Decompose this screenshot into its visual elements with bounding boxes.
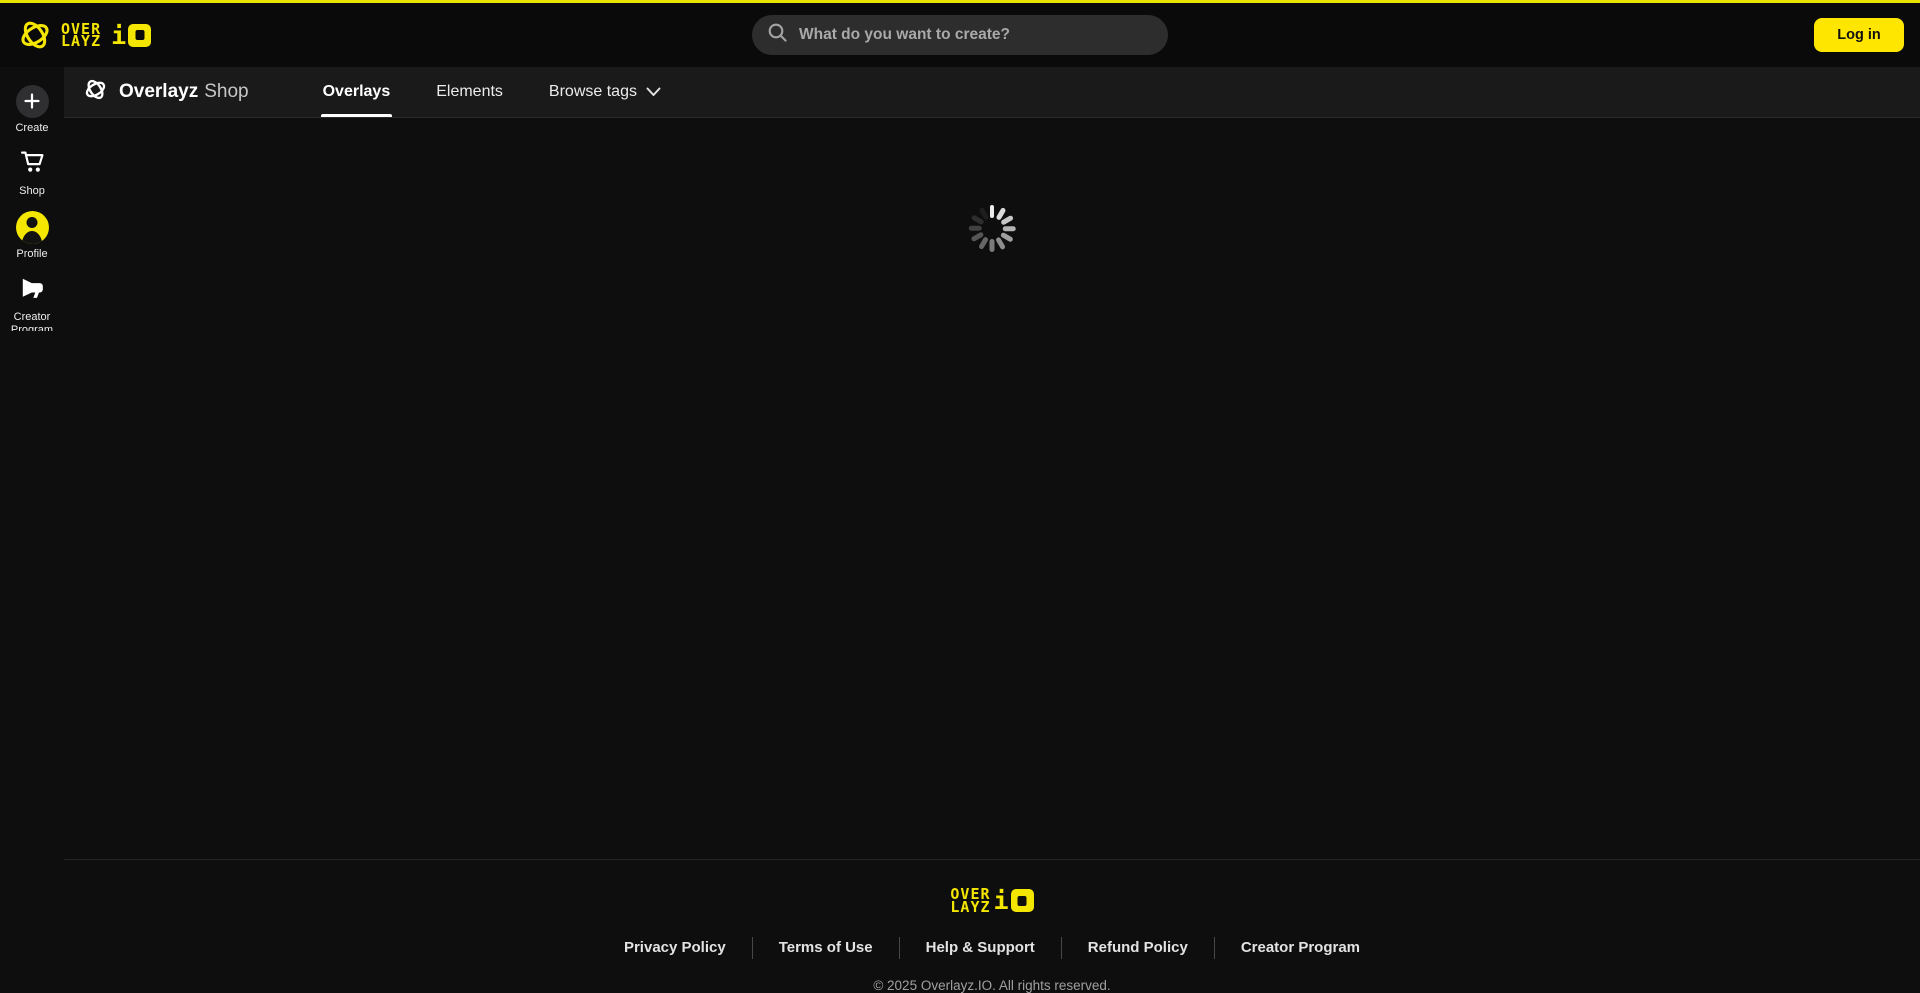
shop-title-light: Shop (204, 81, 249, 102)
shop-brand: Overlayz Shop (82, 67, 249, 117)
sidebar-item-shop[interactable]: Shop (0, 147, 64, 198)
plus-icon (15, 84, 49, 118)
logo-io-i: i (111, 20, 127, 50)
footer-link-refund-policy[interactable]: Refund Policy (1060, 937, 1214, 959)
copyright-text: © 2025 Overlayz.IO. All rights reserved. (873, 978, 1111, 993)
sidebar-item-creator-program[interactable]: Creator Program (0, 273, 64, 331)
shop-title: Overlayz Shop (119, 81, 249, 103)
logo-wordmark: OVER LAYZ (61, 21, 102, 50)
shop-title-bold: Overlayz (119, 81, 199, 102)
footer-link-help-support[interactable]: Help & Support (898, 937, 1061, 959)
search-bar[interactable] (752, 15, 1168, 55)
sidebar-item-label: Shop (19, 185, 45, 197)
logo-io-o-block (128, 23, 152, 47)
profile-icon (15, 210, 49, 244)
footer: OVER LAYZ i Privacy Policy Terms of Use … (64, 859, 1920, 993)
cart-icon (19, 149, 45, 179)
sidebar-item-label: Creator Program (10, 311, 54, 331)
main-column: Overlayz Shop Overlays Elements Browse ta… (64, 67, 1920, 993)
footer-logo-io-o-block (1010, 889, 1034, 912)
sidebar-item-label: Profile (16, 248, 48, 260)
footer-logo-wordmark: OVER LAYZ (950, 885, 991, 916)
footer-logo-io: i (994, 888, 1034, 913)
shop-header: Overlayz Shop Overlays Elements Browse ta… (64, 67, 1920, 118)
search-icon (767, 22, 788, 48)
logo-io: i (111, 20, 152, 50)
shop-tabs: Overlays Elements Browse tags (279, 67, 663, 117)
sidebar-item-label: Create (15, 122, 49, 134)
tab-browse-tags[interactable]: Browse tags (547, 67, 663, 117)
footer-logo: OVER LAYZ i (64, 885, 1920, 916)
footer-link-privacy-policy[interactable]: Privacy Policy (598, 937, 752, 959)
footer-link-terms-of-use[interactable]: Terms of Use (751, 937, 899, 959)
atom-logo-icon (16, 16, 54, 54)
site-logo[interactable]: OVER LAYZ i (16, 16, 152, 54)
tab-elements[interactable]: Elements (434, 67, 505, 117)
topbar: OVER LAYZ i Log in (0, 3, 1920, 67)
sidebar-item-profile[interactable]: Profile (0, 210, 64, 261)
login-button[interactable]: Log in (1814, 18, 1904, 52)
footer-link-creator-program[interactable]: Creator Program (1213, 937, 1386, 959)
logo-line2: LAYZ (61, 32, 102, 50)
shop-content-area (64, 118, 1920, 859)
tab-overlays[interactable]: Overlays (320, 67, 393, 117)
chevron-down-icon (646, 84, 661, 102)
megaphone-icon (19, 275, 45, 306)
sidebar-item-create[interactable]: Create (0, 84, 64, 135)
sidebar: Create Shop Profile Creator Program (0, 67, 64, 331)
atom-icon (82, 76, 109, 108)
footer-links: Privacy Policy Terms of Use Help & Suppo… (64, 937, 1920, 959)
loading-spinner (967, 203, 1017, 253)
search-input[interactable] (799, 26, 1153, 44)
